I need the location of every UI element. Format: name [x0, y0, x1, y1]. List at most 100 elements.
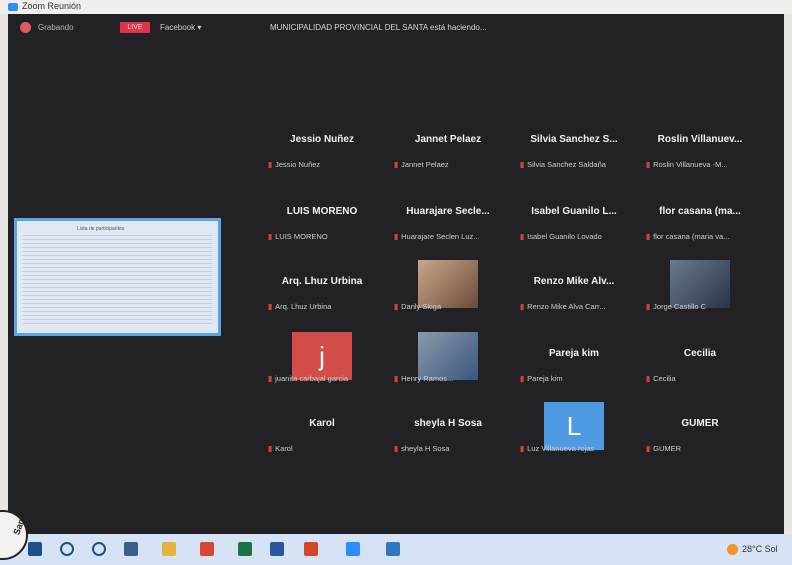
participant-tile[interactable]: Pareja kim ▮ Pareja kim [512, 332, 636, 402]
participant-tile[interactable]: ▮ Jorge Castillo C [638, 260, 762, 330]
participant-display-name: flor casana (ma... [659, 206, 741, 217]
participant-name-label: ▮ LUIS MORENO [268, 232, 386, 241]
participant-subname: Arq. Lhuz Urbina [275, 302, 332, 311]
mic-muted-icon: ▮ [646, 302, 651, 311]
participant-name-label: ▮ Karol [268, 444, 386, 453]
task-view-icon[interactable] [124, 542, 138, 556]
participant-subname: Jessio Nuñez [275, 160, 321, 169]
participant-name-label: ▮ Roslin Villanueva -M... [646, 160, 764, 169]
participant-name-label: ▮ flor casana (maria va... [646, 232, 764, 241]
mic-muted-icon: ▮ [520, 444, 525, 453]
window-titlebar: Zoom Reunión [0, 0, 792, 14]
participant-tile[interactable]: Roslin Villanuev... ▮ Roslin Villanueva -M… [638, 118, 762, 188]
participant-name-label: ▮ Luz Villanueva rojas [520, 444, 638, 453]
participant-video [418, 260, 478, 308]
participant-name-label: ▮ Isabel Guanilo Lovado [520, 232, 638, 241]
mic-muted-icon: ▮ [268, 160, 273, 169]
participant-subname: Huarajare Seclen Luz... [401, 232, 480, 241]
participant-tile[interactable]: L ▮ Luz Villanueva rojas [512, 402, 636, 472]
participant-tile[interactable]: Arq. Lhuz Urbina ▮ Arq. Lhuz Urbina [260, 260, 384, 330]
mic-muted-icon: ▮ [646, 444, 651, 453]
participant-name-label: ▮ GUMER [646, 444, 764, 453]
zoom-app-icon [8, 3, 18, 11]
participant-tile[interactable]: Silvia Sanchez S... ▮ Silvia Sanchez Salda… [512, 118, 636, 188]
mic-muted-icon: ▮ [520, 302, 525, 311]
participant-display-name: GUMER [681, 418, 719, 429]
excel-icon[interactable] [238, 542, 252, 556]
participant-tile[interactable]: Huarajare Secle... ▮ Huarajare Seclen Luz.… [386, 190, 510, 260]
chrome-icon[interactable] [200, 542, 214, 556]
mic-muted-icon: ▮ [646, 374, 651, 383]
document-lines [23, 235, 212, 327]
participant-subname: Roslin Villanueva -M... [653, 160, 728, 169]
cortana-icon[interactable] [92, 542, 106, 556]
powerpoint-icon[interactable] [304, 542, 318, 556]
participant-subname: Henry Ramos... [401, 374, 454, 383]
mic-muted-icon: ▮ [394, 302, 399, 311]
participant-subname: Isabel Guanilo Lovado [527, 232, 602, 241]
participant-name-label: ▮ Pareja kim [520, 374, 638, 383]
live-badge[interactable]: LIVE [120, 22, 150, 33]
search-icon[interactable] [60, 542, 74, 556]
participant-name-label: ▮ juanita carbajal garcia [268, 374, 386, 383]
word-icon[interactable] [270, 542, 284, 556]
participant-display-name: sheyla H Sosa [414, 418, 482, 429]
participant-name-label: ▮ Renzo Mike Alva Carr... [520, 302, 638, 311]
recording-label[interactable]: Grabando [38, 23, 74, 32]
participant-name-label: ▮ Jorge Castillo C [646, 302, 764, 311]
participant-tile[interactable]: ▮ Henry Ramos... [386, 332, 510, 402]
participant-name-label: ▮ Arq. Lhuz Urbina [268, 302, 386, 311]
meeting-topbar: Grabando LIVE Facebook ▾ MUNICIPALIDAD P… [8, 14, 784, 42]
participant-display-name: Karol [309, 418, 335, 429]
participant-subname: Renzo Mike Alva Carr... [527, 302, 606, 311]
participant-tile[interactable]: LUIS MORENO ▮ LUIS MORENO [260, 190, 384, 260]
participant-tile[interactable]: flor casana (ma... ▮ flor casana (maria va… [638, 190, 762, 260]
participant-subname: Darily Skiga [401, 302, 442, 311]
participant-tile[interactable]: ▮ Darily Skiga [386, 260, 510, 330]
mic-muted-icon: ▮ [520, 374, 525, 383]
participant-subname: Jorge Castillo C [653, 302, 707, 311]
mic-muted-icon: ▮ [268, 302, 273, 311]
shared-doc-title: Lista de participantes [77, 226, 125, 232]
mic-muted-icon: ▮ [268, 444, 273, 453]
participant-name-label: ▮ Jessio Nuñez [268, 160, 386, 169]
participant-tile[interactable]: j ▮ juanita carbajal garcia [260, 332, 384, 402]
weather-readout[interactable]: 28°C Sol [742, 544, 778, 554]
mic-muted-icon: ▮ [394, 374, 399, 383]
participant-tile[interactable]: GUMER ▮ GUMER [638, 402, 762, 472]
mic-muted-icon: ▮ [520, 232, 525, 241]
participant-display-name: LUIS MORENO [286, 206, 358, 217]
window-title: Zoom Reunión [22, 1, 82, 11]
windows-taskbar: 28°C Sol [0, 534, 792, 565]
participant-tile[interactable]: Isabel Guanilo L... ▮ Isabel Guanilo Lovad… [512, 190, 636, 260]
participant-tile[interactable]: sheyla H Sosa ▮ sheyla H Sosa [386, 402, 510, 472]
participant-tile[interactable]: Jessio Nuñez ▮ Jessio Nuñez [260, 118, 384, 188]
participant-subname: flor casana (maria va... [653, 232, 730, 241]
mic-muted-icon: ▮ [646, 160, 651, 169]
mic-muted-icon: ▮ [394, 232, 399, 241]
edge-icon[interactable] [386, 542, 400, 556]
participant-name-label: ▮ Cecilia [646, 374, 764, 383]
facebook-dropdown[interactable]: Facebook ▾ [160, 23, 201, 32]
participant-avatar: j [292, 332, 352, 380]
participant-display-name: Pareja kim [548, 348, 600, 359]
explorer-icon[interactable] [162, 542, 176, 556]
participant-tile[interactable]: Jannet Pelaez ▮ Jannet Pelaez [386, 118, 510, 188]
participant-display-name: Cecilia [683, 348, 717, 359]
participant-tile[interactable]: Cecilia ▮ Cecilia [638, 332, 762, 402]
mic-muted-icon: ▮ [646, 232, 651, 241]
participant-subname: Cecilia [653, 374, 676, 383]
live-status-message: MUNICIPALIDAD PROVINCIAL DEL SANTA está … [270, 23, 487, 32]
mic-muted-icon: ▮ [268, 374, 273, 383]
start-icon[interactable] [28, 542, 42, 556]
shared-screen-thumbnail[interactable]: Lista de participantes [14, 218, 221, 336]
participant-tile[interactable]: Karol ▮ Karol [260, 402, 384, 472]
recording-icon [20, 22, 31, 33]
participant-name-label: ▮ sheyla H Sosa [394, 444, 512, 453]
participant-tile[interactable]: Renzo Mike Alv... ▮ Renzo Mike Alva Carr..… [512, 260, 636, 330]
mic-muted-icon: ▮ [394, 444, 399, 453]
participant-subname: Luz Villanueva rojas [527, 444, 595, 453]
participant-subname: Jannet Pelaez [401, 160, 449, 169]
participant-subname: Pareja kim [527, 374, 563, 383]
zoom-icon[interactable] [346, 542, 360, 556]
